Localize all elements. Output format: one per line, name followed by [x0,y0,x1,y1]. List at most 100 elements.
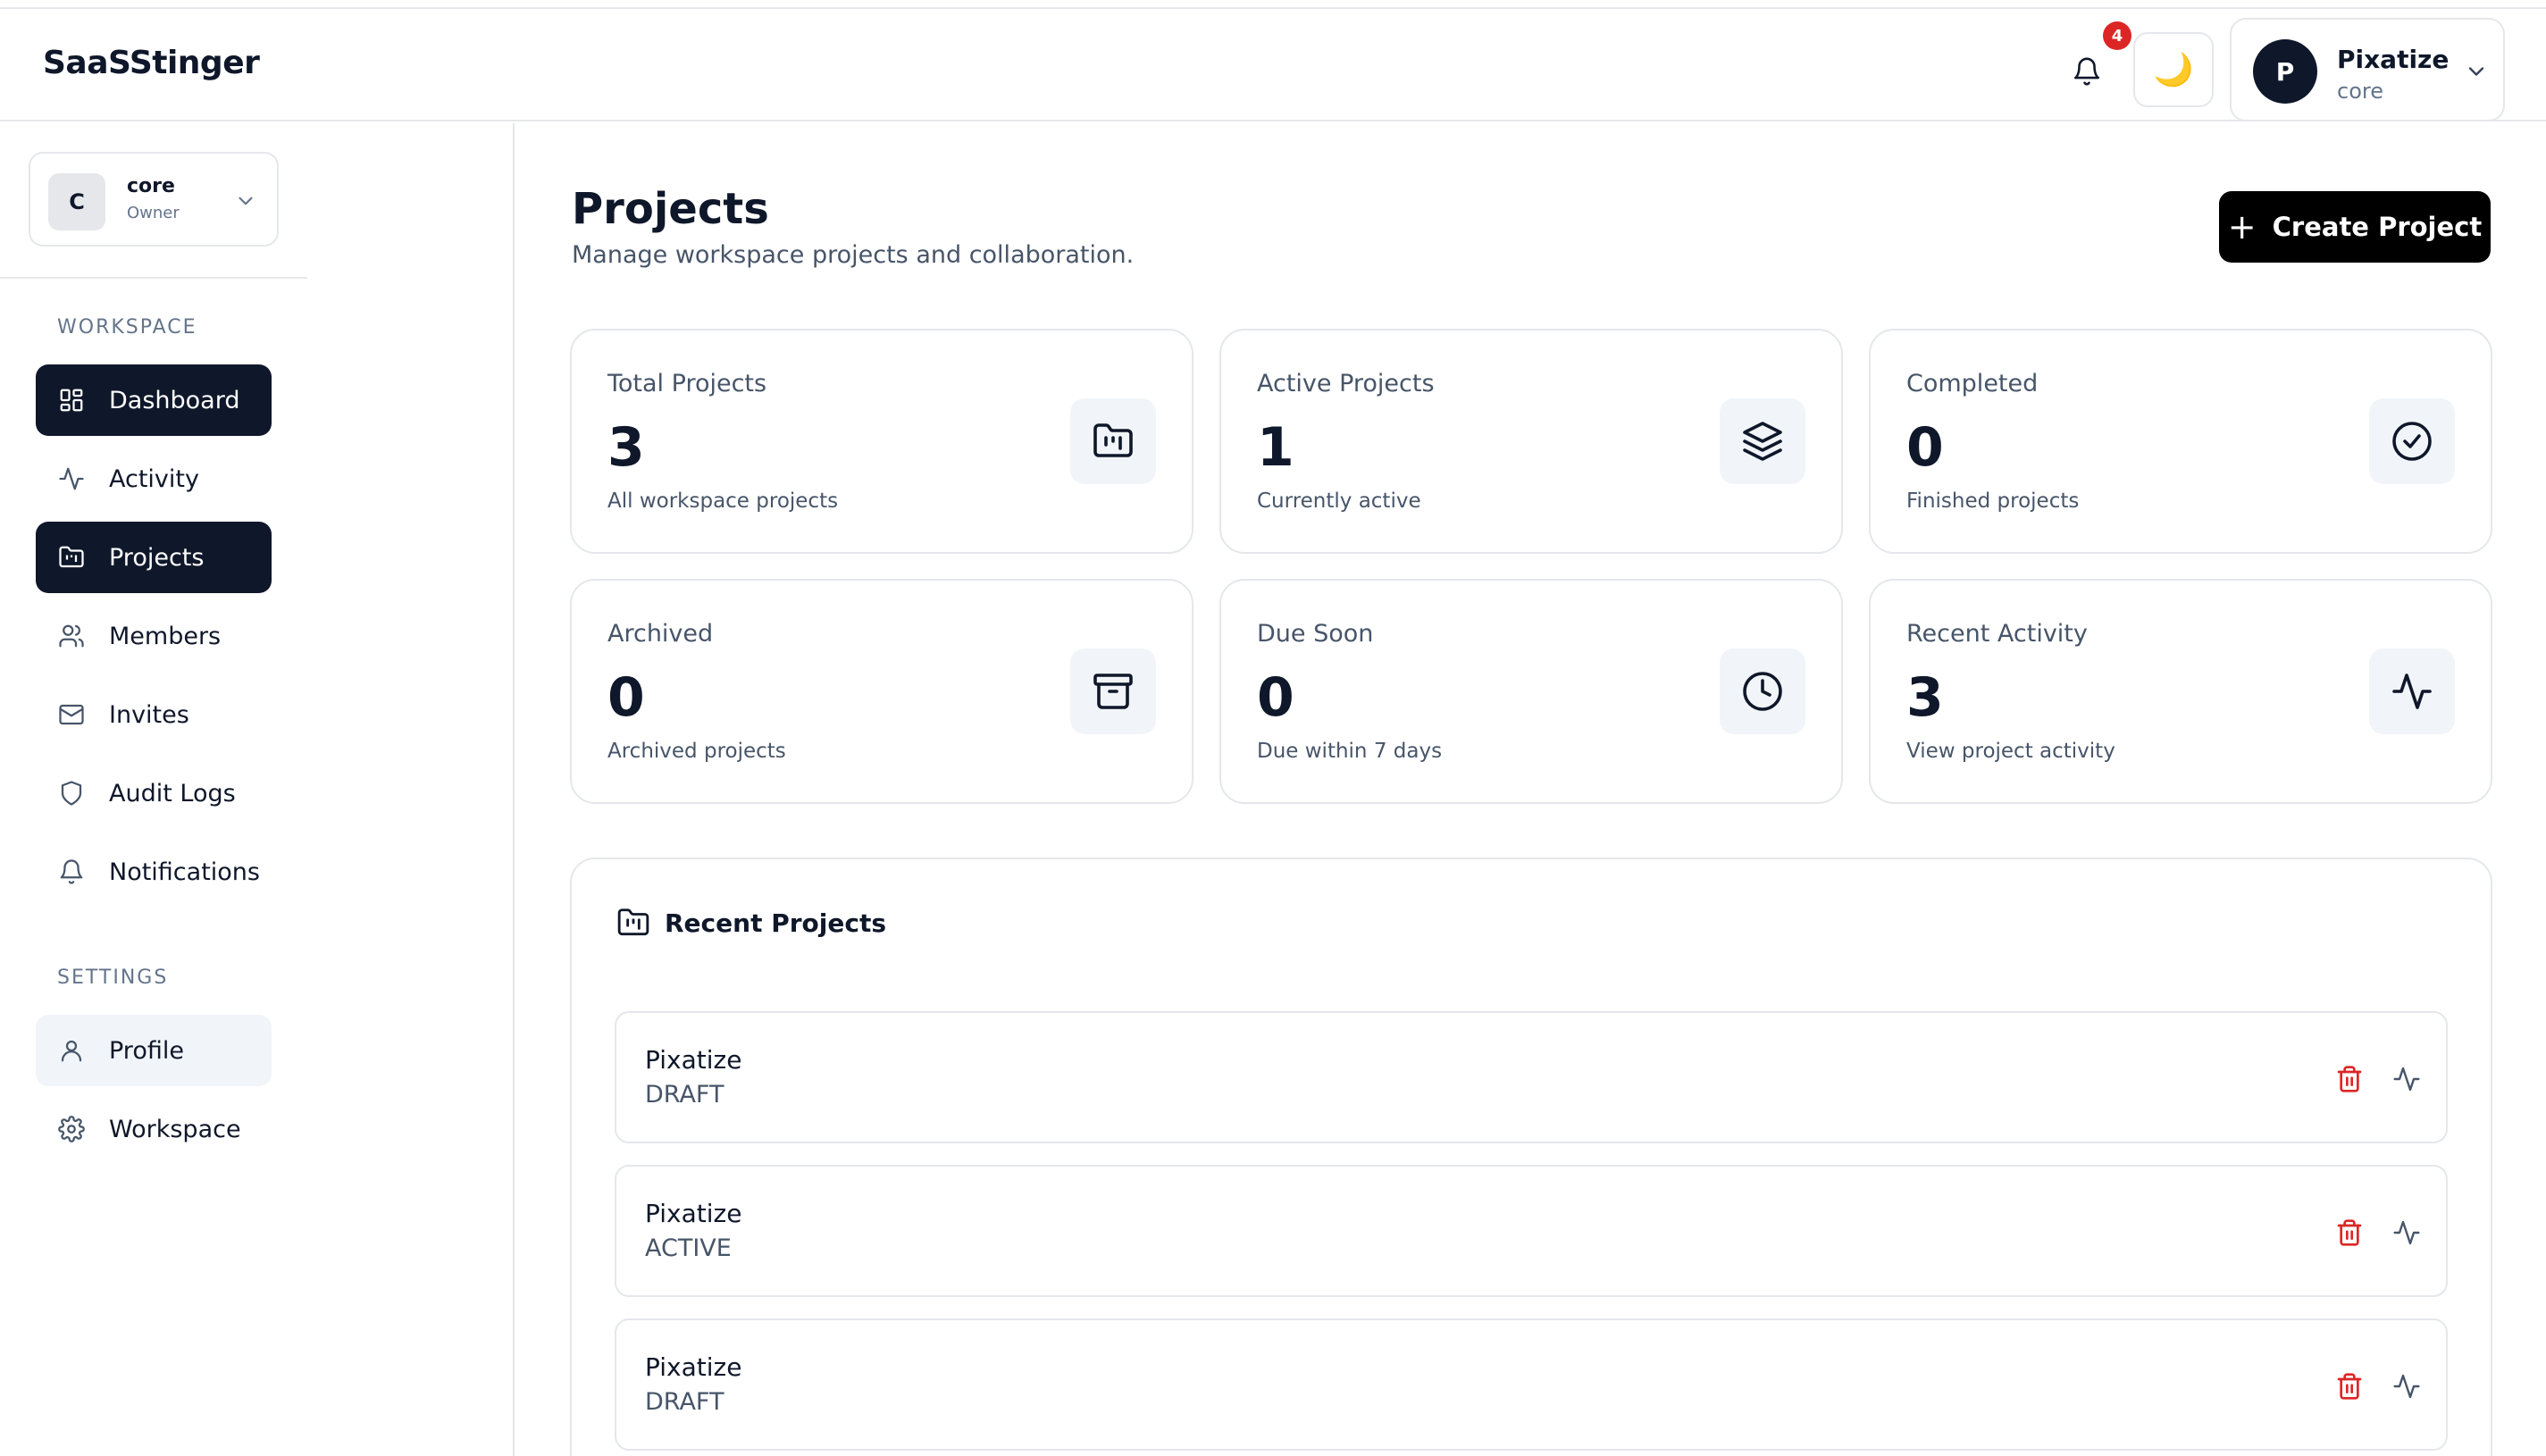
activity-icon [2369,649,2455,734]
delete-project-button[interactable] [2332,1215,2367,1251]
stat-title: Archived [607,620,714,648]
project-status: DRAFT [645,1388,724,1416]
project-row[interactable]: Pixatize DRAFT [615,1011,2448,1143]
sidebar-item-audit-logs[interactable]: Audit Logs [36,757,272,829]
stat-card-total-projects[interactable]: Total Projects 3 All workspace projects [570,329,1193,554]
bell-icon [57,858,86,886]
project-name: Pixatize [645,1045,742,1075]
bell-icon [2073,57,2100,86]
users-icon [57,622,86,650]
sidebar-item-label: Profile [109,1036,184,1065]
project-status: ACTIVE [645,1234,732,1262]
activity-icon [2393,1220,2420,1245]
stat-card-active-projects[interactable]: Active Projects 1 Currently active [1219,329,1843,554]
check-circle-icon [2369,398,2455,484]
page-subtitle: Manage workspace projects and collaborat… [572,241,1135,269]
folder-icon [617,908,649,936]
project-activity-button[interactable] [2389,1061,2425,1097]
workspace-avatar: C [48,173,105,230]
archive-icon [1070,649,1156,734]
stat-value: 0 [1257,666,1294,729]
activity-icon [2393,1067,2420,1092]
stat-title: Due Soon [1257,620,1374,648]
delete-project-button[interactable] [2332,1368,2367,1404]
sidebar-item-profile[interactable]: Profile [36,1015,272,1086]
sidebar-item-label: Invites [109,700,189,729]
trash-icon [2337,1219,2362,1246]
clock-icon [1720,649,1805,734]
sidebar-item-label: Dashboard [109,386,240,414]
stat-card-due-soon[interactable]: Due Soon 0 Due within 7 days [1219,579,1843,804]
user-menu[interactable]: P Pixatize core [2230,18,2505,121]
project-status: DRAFT [645,1081,724,1109]
project-row[interactable]: Pixatize ACTIVE [615,1165,2448,1297]
project-activity-button[interactable] [2389,1215,2425,1251]
sidebar-item-invites[interactable]: Invites [36,679,272,750]
notifications-button[interactable] [2064,48,2110,95]
sidebar-item-members[interactable]: Members [36,600,272,672]
chevron-down-icon [239,197,253,205]
sidebar-item-activity[interactable]: Activity [36,443,272,515]
sidebar-item-label: Projects [109,543,205,572]
grid-icon [57,386,86,414]
brand-logo[interactable]: SaaSStinger [43,45,260,81]
project-name: Pixatize [645,1199,742,1228]
sidebar-item-label: Members [109,622,222,650]
stat-description: Archived projects [607,740,786,763]
notification-badge: 4 [2103,21,2131,50]
layers-icon [1720,398,1805,484]
stat-description: Currently active [1257,490,1421,513]
user-workspace: core [2337,79,2383,104]
create-project-label: Create Project [2272,212,2483,242]
stat-card-recent-activity[interactable]: Recent Activity 3 View project activity [1869,579,2492,804]
moon-icon: 🌙 [2153,52,2194,88]
shield-icon [57,779,86,807]
project-activity-button[interactable] [2389,1368,2425,1404]
theme-toggle-button[interactable]: 🌙 [2133,32,2214,107]
user-name: Pixatize [2337,45,2450,74]
mail-icon [57,700,86,729]
stat-value: 1 [1257,416,1294,479]
top-header: SaaSStinger 4 🌙 P Pixatize core [0,9,2546,121]
user-icon [57,1036,86,1065]
sidebar-item-notifications[interactable]: Notifications [36,836,272,908]
sidebar-item-dashboard[interactable]: Dashboard [36,364,272,436]
recent-projects-panel: Recent Projects Pixatize DRAFT Pixatize … [570,858,2492,1456]
chevron-down-icon [2468,67,2484,76]
stat-title: Recent Activity [1906,620,2088,648]
sidebar-item-label: Audit Logs [109,779,236,807]
activity-icon [57,464,86,493]
stat-description: All workspace projects [607,490,839,513]
page-title: Projects [572,184,769,234]
stat-value: 0 [1906,416,1944,479]
stat-description: Finished projects [1906,490,2080,513]
sidebar-item-projects[interactable]: Projects [36,522,272,593]
folder-icon [57,543,86,572]
sidebar-item-workspace[interactable]: Workspace [36,1093,272,1165]
avatar: P [2253,39,2317,104]
sidebar-divider [0,277,307,279]
stat-card-completed[interactable]: Completed 0 Finished projects [1869,329,2492,554]
stat-description: Due within 7 days [1257,740,1443,763]
project-name: Pixatize [645,1352,742,1382]
sidebar-item-label: Notifications [109,858,260,886]
plus-icon: + [2227,207,2257,247]
trash-icon [2337,1373,2362,1400]
sidebar-item-label: Activity [109,464,199,493]
stat-title: Total Projects [607,370,767,397]
stat-value: 3 [607,416,645,479]
workspace-switcher[interactable]: C core Owner [29,152,279,247]
workspace-name: core [127,175,175,197]
project-row[interactable]: Pixatize DRAFT [615,1318,2448,1451]
recent-projects-header: Recent Projects [616,906,886,940]
trash-icon [2337,1066,2362,1092]
stat-value: 3 [1906,666,1944,729]
stat-card-archived[interactable]: Archived 0 Archived projects [570,579,1193,804]
recent-projects-title: Recent Projects [665,908,887,938]
stat-value: 0 [607,666,645,729]
folder-icon [1070,398,1156,484]
delete-project-button[interactable] [2332,1061,2367,1097]
stat-title: Active Projects [1257,370,1435,397]
create-project-button[interactable]: + Create Project [2219,191,2491,263]
stat-title: Completed [1906,370,2039,397]
